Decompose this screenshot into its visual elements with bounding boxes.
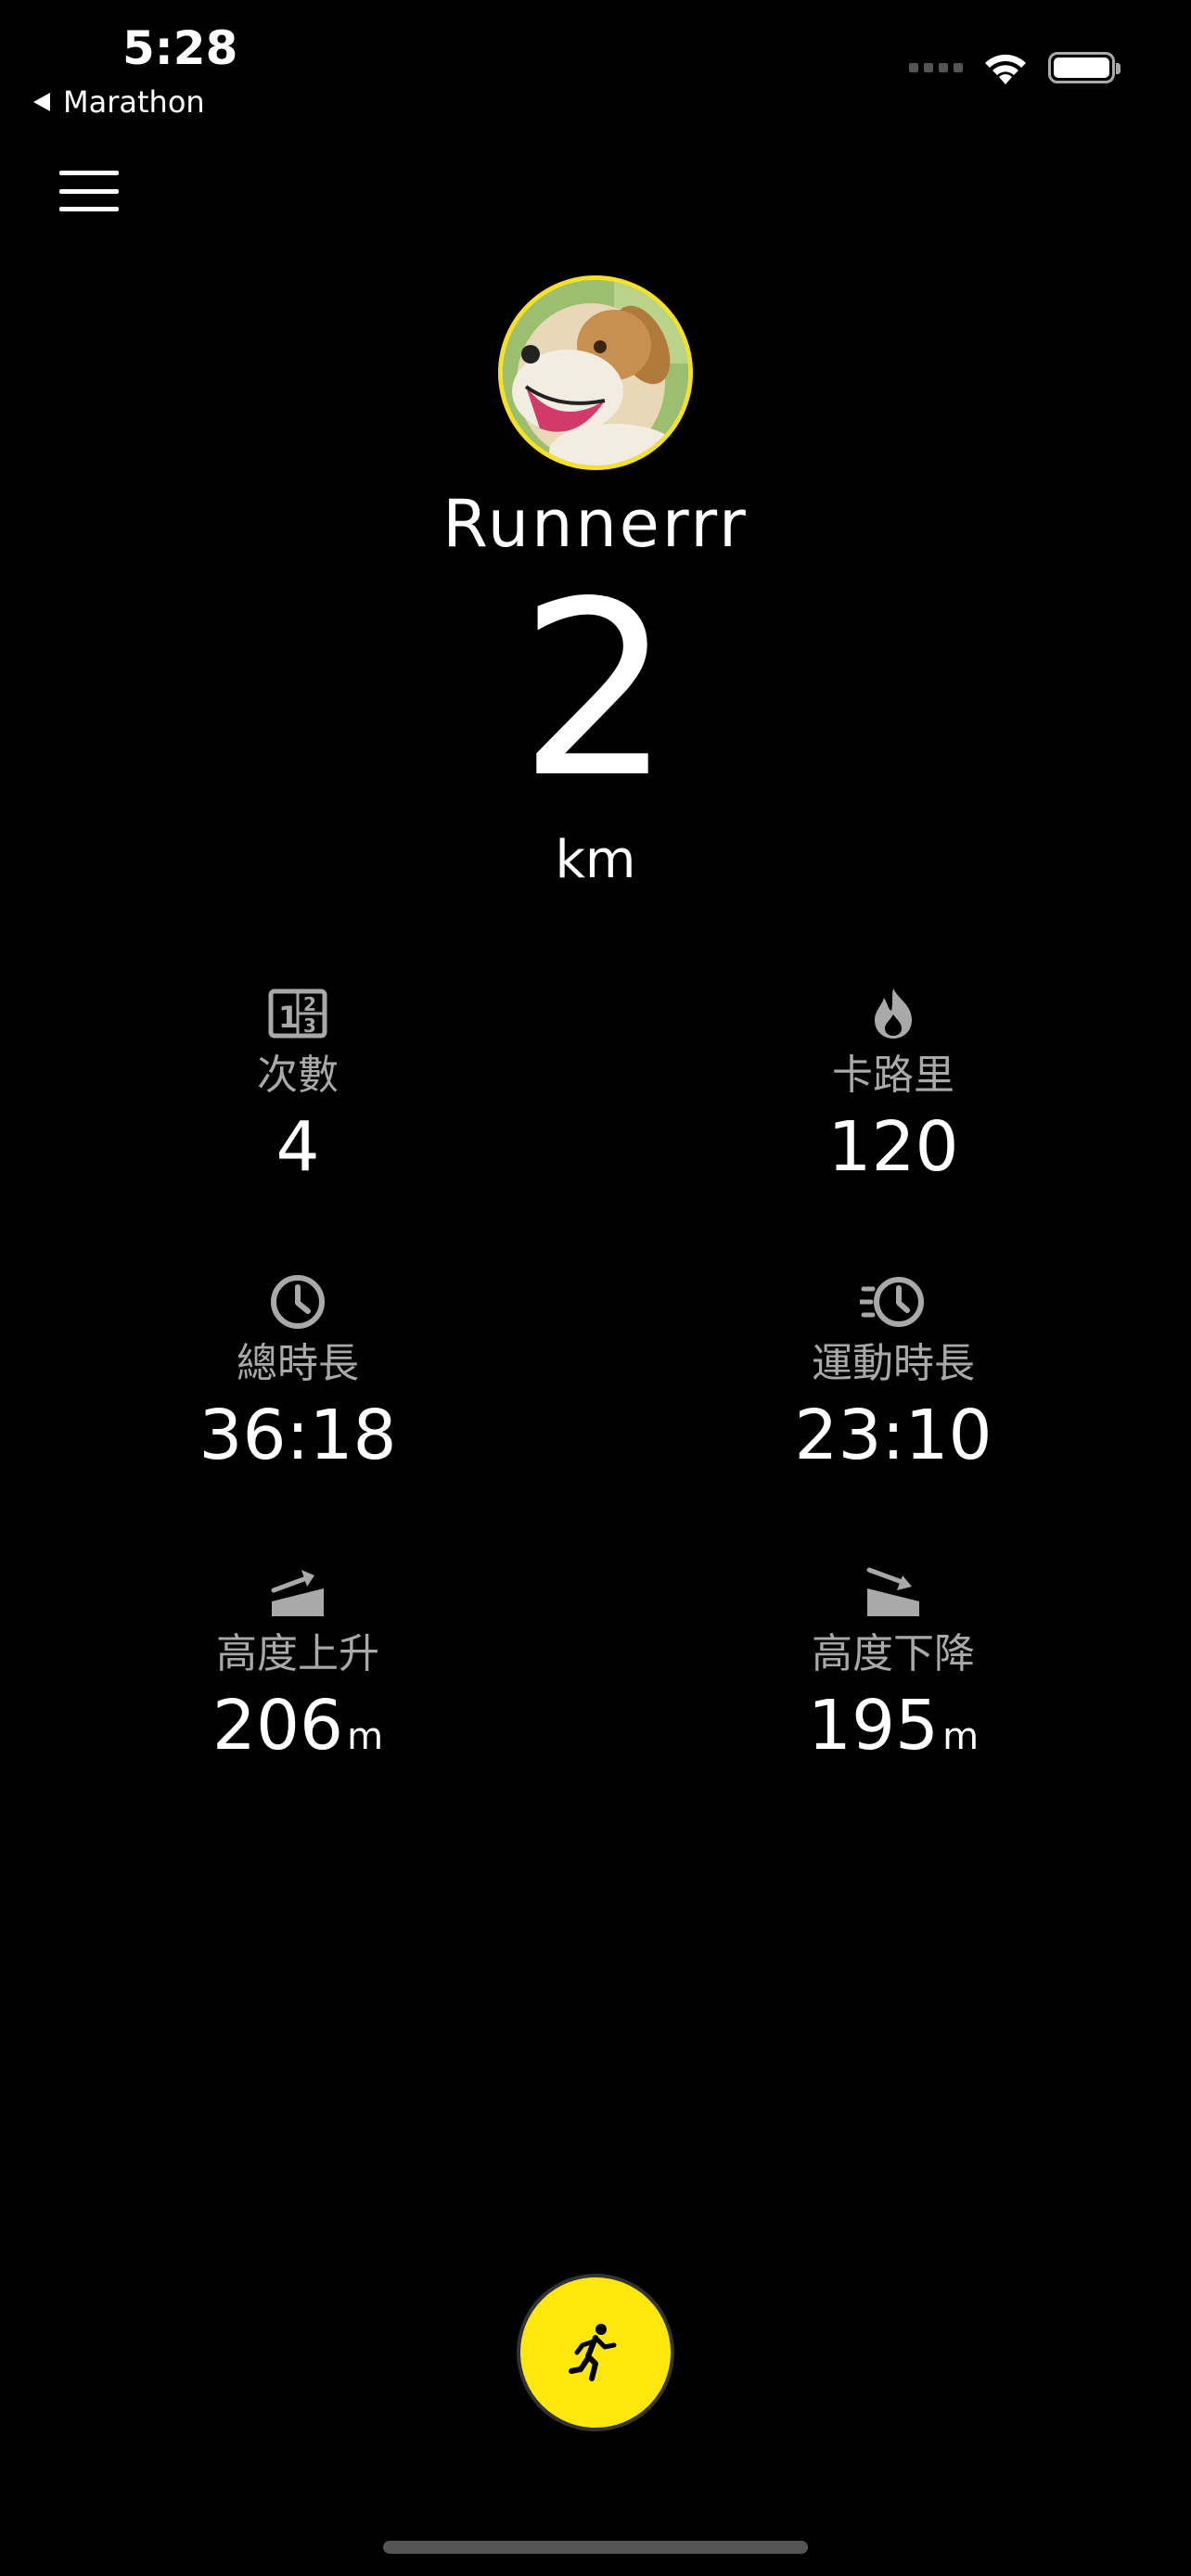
svg-text:1: 1 (278, 1000, 299, 1035)
stat-label: 卡路里 (832, 1052, 954, 1099)
start-run-button[interactable] (517, 2274, 674, 2431)
counter-icon: 1 2 3 (112, 985, 483, 1042)
stat-count: 1 2 3 次數 4 (112, 985, 483, 1189)
back-arrow-icon (33, 93, 50, 111)
avatar[interactable] (498, 275, 693, 470)
stat-elevation-loss: 高度下降 195 m (708, 1563, 1079, 1779)
distance-unit: km (555, 830, 636, 890)
stat-active-time: 運動時長 23:10 (708, 1273, 1079, 1477)
stat-value: 23:10 (794, 1396, 992, 1475)
cellular-signal-icon (909, 63, 963, 72)
back-app-label: Marathon (63, 84, 205, 120)
stat-number: 195 (807, 1686, 940, 1766)
flame-icon (708, 985, 1079, 1042)
stat-label: 高度上升 (216, 1630, 379, 1677)
stat-total-time: 總時長 36:18 (112, 1273, 483, 1477)
stat-value: 195 m (708, 1684, 1079, 1779)
stat-label: 高度下降 (812, 1630, 975, 1677)
back-to-app-link[interactable]: Marathon (33, 80, 205, 124)
stat-value: 4 (275, 1107, 320, 1187)
stat-value: 206 m (112, 1684, 483, 1779)
stat-unit: m (347, 1715, 384, 1758)
status-time: 5:28 (122, 21, 238, 75)
hamburger-menu-button[interactable] (59, 171, 119, 211)
incline-down-icon (708, 1563, 1079, 1621)
running-icon (569, 2324, 617, 2381)
stat-value: 120 (827, 1107, 959, 1187)
stat-value: 36:18 (198, 1396, 397, 1475)
stat-elevation-gain: 高度上升 206 m (112, 1563, 483, 1779)
battery-icon (1048, 52, 1121, 83)
dog-avatar-image (503, 280, 688, 465)
stat-number: 206 (211, 1686, 344, 1766)
stat-label: 次數 (257, 1052, 339, 1099)
wifi-icon (985, 54, 1026, 84)
status-indicators (909, 46, 1121, 89)
stat-label: 總時長 (237, 1340, 359, 1387)
svg-text:2: 2 (303, 993, 316, 1015)
distance-value: 2 (519, 551, 672, 831)
clock-icon (112, 1273, 483, 1331)
stat-calories: 卡路里 120 (708, 985, 1079, 1189)
stat-unit: m (942, 1715, 980, 1758)
home-indicator[interactable] (383, 2541, 808, 2554)
svg-text:3: 3 (303, 1014, 316, 1037)
fast-clock-icon (708, 1273, 1079, 1331)
incline-up-icon (112, 1563, 483, 1621)
stat-label: 運動時長 (812, 1340, 975, 1387)
